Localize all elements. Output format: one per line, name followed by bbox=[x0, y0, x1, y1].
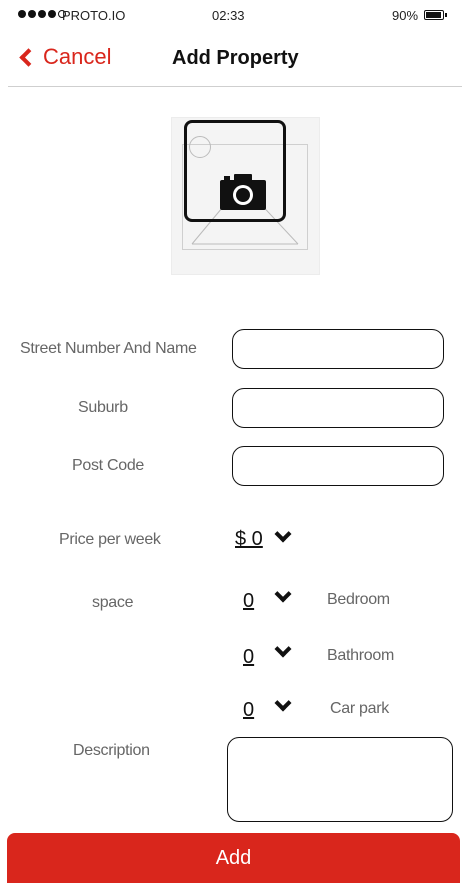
price-chevron-down-icon[interactable] bbox=[274, 525, 292, 543]
signal-strength-icon bbox=[18, 10, 68, 18]
add-button[interactable]: Add bbox=[7, 833, 460, 883]
carrier-name: PROTO.IO bbox=[62, 8, 126, 23]
price-select[interactable]: $ 0 bbox=[235, 528, 263, 551]
bedroom-select[interactable]: 0 bbox=[243, 590, 254, 613]
postcode-label: Post Code bbox=[72, 457, 145, 474]
street-label: Street Number And Name bbox=[20, 340, 197, 357]
bathroom-chevron-down-icon[interactable] bbox=[274, 640, 292, 658]
cancel-button[interactable]: Cancel bbox=[18, 44, 111, 70]
description-label: Description bbox=[73, 742, 150, 759]
chevron-left-icon bbox=[19, 47, 38, 67]
carpark-select[interactable]: 0 bbox=[243, 699, 254, 722]
suburb-input[interactable] bbox=[232, 388, 444, 428]
carpark-chevron-down-icon[interactable] bbox=[274, 694, 292, 712]
status-time: 02:33 bbox=[212, 8, 245, 23]
postcode-input[interactable] bbox=[232, 446, 444, 486]
bedroom-label: Bedroom bbox=[327, 591, 390, 608]
bedroom-chevron-down-icon[interactable] bbox=[274, 585, 292, 603]
header-divider bbox=[8, 86, 462, 87]
carpark-label: Car park bbox=[330, 700, 389, 717]
street-input[interactable] bbox=[232, 329, 444, 369]
page-title: Add Property bbox=[172, 47, 299, 69]
price-label: Price per week bbox=[59, 531, 161, 548]
suburb-label: Suburb bbox=[78, 399, 128, 416]
battery-icon bbox=[424, 10, 447, 20]
bathroom-label: Bathroom bbox=[327, 647, 394, 664]
description-input[interactable] bbox=[227, 737, 453, 822]
navigation-bar: Cancel Add Property bbox=[0, 36, 462, 86]
status-bar: PROTO.IO 02:33 90% bbox=[0, 0, 462, 28]
camera-icon bbox=[220, 174, 266, 210]
space-label: space bbox=[92, 594, 134, 611]
battery-percent: 90% bbox=[392, 8, 419, 23]
cancel-label: Cancel bbox=[43, 44, 112, 69]
bathroom-select[interactable]: 0 bbox=[243, 646, 254, 669]
add-photo-button[interactable] bbox=[171, 117, 320, 275]
